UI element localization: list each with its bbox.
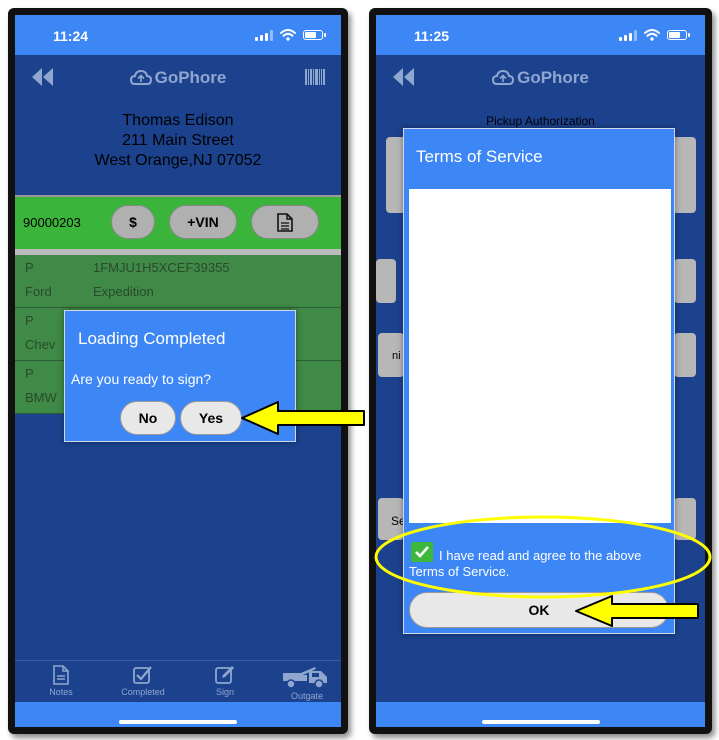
vehicle-model: Expedition (93, 284, 154, 299)
signal-icon (255, 29, 273, 41)
signal-icon (619, 29, 637, 41)
status-icons (619, 28, 690, 42)
home-indicator[interactable] (481, 720, 600, 724)
page-title: Pickup Authorization (486, 114, 595, 128)
customer-address: Thomas Edison 211 Main Street West Orang… (15, 111, 341, 171)
action-bar: 90000203 $ +VIN (15, 195, 341, 255)
customer-name: Thomas Edison (122, 112, 234, 129)
notes-icon (53, 665, 69, 685)
brand-logo: GoPhore (15, 68, 341, 88)
home-indicator-area (376, 702, 705, 727)
phone-left: 11:24 GoPhore Thomas Edison 211 Main Str… (8, 8, 348, 734)
tab-sign[interactable]: Sign (190, 665, 260, 697)
vehicle-make: Ford (25, 284, 52, 299)
wifi-icon (644, 29, 660, 41)
status-bar: 11:24 (15, 15, 341, 55)
brand-logo: GoPhore (376, 68, 705, 88)
status-bar: 11:25 (376, 15, 705, 55)
battery-icon (667, 30, 690, 40)
highlight-ellipse (374, 515, 712, 599)
battery-icon (303, 30, 326, 40)
customer-street: 211 Main Street (122, 132, 234, 149)
form-field-right[interactable] (672, 137, 696, 213)
tab-label: Completed (121, 687, 165, 697)
bottom-tab-bar: Notes Completed Sign Outgate (15, 660, 341, 703)
tab-notes[interactable]: Notes (26, 665, 96, 697)
app-header: GoPhore (376, 55, 705, 105)
tab-label: Outgate (290, 691, 324, 701)
tab-label: Sign (215, 687, 234, 697)
sign-icon (215, 666, 234, 684)
dialog-title: Terms of Service (416, 147, 543, 166)
cloud-icon (492, 69, 515, 85)
tow-truck-icon (283, 667, 327, 689)
app-header: GoPhore (15, 55, 341, 105)
form-field-right[interactable] (674, 333, 696, 377)
tab-label: Notes (49, 687, 73, 697)
barcode-icon[interactable] (305, 69, 325, 85)
vehicle-row[interactable]: P 1FMJU1H5XCEF39355 Ford Expedition (15, 255, 341, 308)
terms-text-area[interactable] (409, 189, 671, 523)
document-icon (277, 212, 293, 232)
dialog-title: Loading Completed (78, 329, 226, 348)
order-number: 90000203 (23, 215, 81, 230)
cloud-icon (129, 69, 152, 85)
customer-city: West Orange,NJ 07052 (94, 152, 262, 169)
add-vin-button[interactable]: +VIN (169, 205, 237, 239)
arrow-pointer-icon (241, 401, 365, 435)
form-field-left[interactable]: ni (378, 333, 404, 377)
vehicle-make: BMW (25, 390, 57, 405)
status-time: 11:24 (53, 28, 89, 44)
no-button[interactable]: No (120, 401, 176, 435)
left-screen: 11:24 GoPhore Thomas Edison 211 Main Str… (15, 15, 341, 727)
vehicle-make: Chev (25, 337, 56, 352)
tab-outgate[interactable]: Outgate (272, 665, 341, 701)
completed-icon (133, 666, 152, 684)
home-indicator-area (15, 702, 341, 727)
vehicle-type: P (25, 366, 34, 381)
wifi-icon (280, 29, 296, 41)
pay-button[interactable]: $ (111, 205, 155, 239)
brand-name: GoPhore (517, 68, 589, 87)
status-icons (255, 28, 326, 42)
form-field-left[interactable] (376, 259, 396, 303)
vehicle-type: P (25, 313, 34, 328)
vehicle-vin: 1FMJU1H5XCEF39355 (93, 260, 230, 275)
status-time: 11:25 (414, 28, 450, 44)
dialog-message: Are you ready to sign? (71, 371, 212, 387)
vehicle-type: P (25, 260, 34, 275)
form-field-right[interactable] (674, 259, 696, 303)
brand-name: GoPhore (154, 68, 227, 87)
home-indicator[interactable] (119, 720, 237, 724)
field-label: ni (392, 350, 401, 362)
document-button[interactable] (251, 205, 319, 239)
tab-completed[interactable]: Completed (108, 665, 178, 697)
yes-button[interactable]: Yes (180, 401, 242, 435)
